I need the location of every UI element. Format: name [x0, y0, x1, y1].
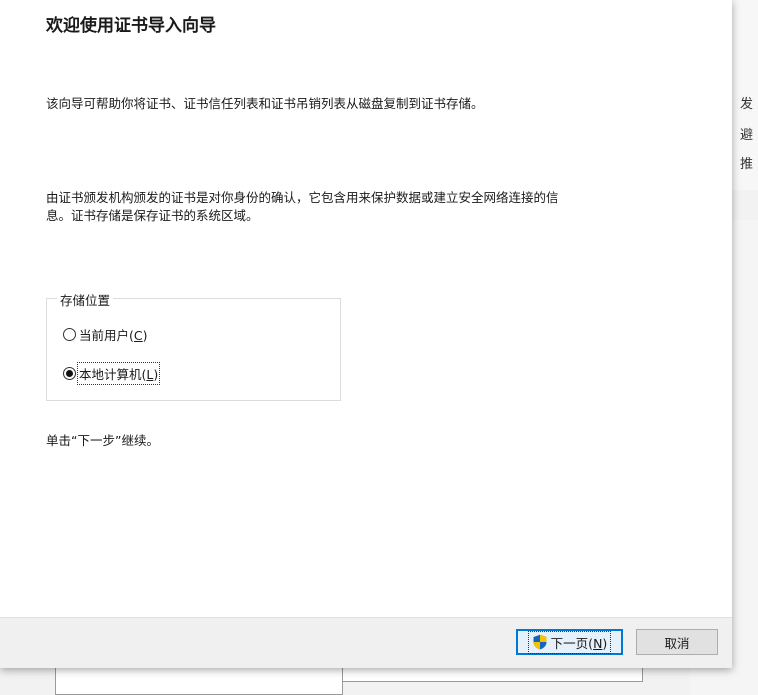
next-button-label: 下一页(N): [550, 635, 608, 651]
description-text: 由证书颁发机构颁发的证书是对你身份的确认，它包含用来保护数据或建立安全网络连接的…: [46, 189, 671, 225]
radio-current-user-indicator[interactable]: [63, 328, 76, 341]
continue-hint: 单击“下一步”继续。: [46, 433, 159, 448]
page-title: 欢迎使用证书导入向导: [46, 16, 216, 36]
store-location-legend: 存储位置: [57, 290, 114, 309]
radio-local-machine-label: 本地计算机(L): [76, 362, 161, 385]
description-line-1: 由证书颁发机构颁发的证书是对你身份的确认，它包含用来保护数据或建立安全网络连接的…: [46, 190, 559, 205]
background-window-frame-left: [55, 668, 343, 695]
background-text-1: 发: [740, 97, 754, 112]
background-text-2: 避: [740, 128, 754, 143]
background-text-3: 推: [740, 157, 754, 172]
next-button[interactable]: 下一页(N): [516, 629, 623, 655]
radio-current-user[interactable]: 当前用户(C): [63, 325, 148, 344]
intro-text: 该向导可帮助你将证书、证书信任列表和证书吊销列表从磁盘复制到证书存储。: [46, 96, 484, 111]
radio-local-machine[interactable]: 本地计算机(L): [63, 362, 161, 385]
next-button-content: 下一页(N): [527, 630, 612, 654]
radio-current-user-label: 当前用户(C): [79, 328, 148, 343]
background-window-frame-right: [343, 668, 643, 682]
radio-local-machine-indicator[interactable]: [63, 367, 76, 380]
certificate-import-wizard-dialog: 欢迎使用证书导入向导 该向导可帮助你将证书、证书信任列表和证书吊销列表从磁盘复制…: [0, 0, 732, 668]
description-line-2: 息。证书存储是保存证书的系统区域。: [46, 208, 259, 223]
uac-shield-icon: [533, 634, 547, 650]
screen: 发 避 推 欢迎使用证书导入向导 该向导可帮助你将证书、证书信任列表和证书吊销列…: [0, 0, 758, 695]
store-location-group: 存储位置 当前用户(C) 本地计算机(L): [46, 290, 341, 401]
cancel-button[interactable]: 取消: [636, 629, 718, 655]
